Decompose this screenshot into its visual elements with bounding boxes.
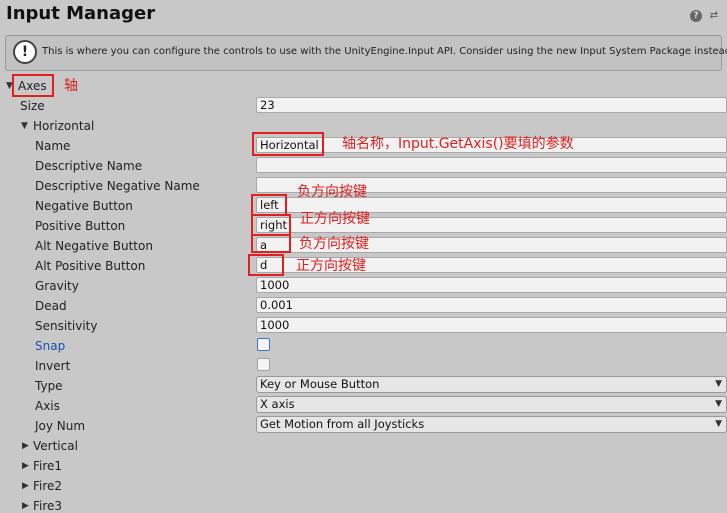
banner-text: This is where you can configure the cont… bbox=[42, 46, 727, 57]
chevron-down-icon: ▼ bbox=[715, 399, 722, 409]
dead-input[interactable]: 0.001 bbox=[256, 297, 727, 313]
page-title: Input Manager bbox=[6, 3, 156, 24]
gravity-label: Gravity bbox=[35, 279, 79, 293]
chevron-right-icon[interactable]: ▶ bbox=[22, 479, 29, 493]
info-banner: ! This is where you can configure the co… bbox=[5, 35, 727, 71]
snap-checkbox[interactable] bbox=[257, 338, 270, 351]
annotation-name: 轴名称，Input.GetAxis()要填的参数 bbox=[342, 136, 574, 152]
warning-icon: ! bbox=[13, 40, 37, 64]
type-label: Type bbox=[35, 379, 63, 393]
descriptive-negative-name-label: Descriptive Negative Name bbox=[35, 179, 200, 193]
annotation-positive: 正方向按键 bbox=[300, 211, 370, 227]
horizontal-foldout-label[interactable]: Horizontal bbox=[33, 119, 94, 133]
descriptive-name-label: Descriptive Name bbox=[35, 159, 143, 173]
axis-dropdown-value: X axis bbox=[260, 397, 295, 411]
annotation-alt-positive: 正方向按键 bbox=[296, 258, 366, 274]
sensitivity-input[interactable]: 1000 bbox=[256, 317, 727, 333]
joy-num-dropdown[interactable]: Get Motion from all Joysticks ▼ bbox=[256, 416, 727, 433]
alt-positive-button-highlight-box bbox=[248, 254, 284, 276]
invert-checkbox[interactable] bbox=[257, 358, 270, 371]
type-dropdown[interactable]: Key or Mouse Button ▼ bbox=[256, 376, 727, 393]
help-icon[interactable]: ? bbox=[690, 10, 702, 22]
sensitivity-label: Sensitivity bbox=[35, 319, 98, 333]
annotation-alt-negative: 负方向按键 bbox=[299, 236, 369, 252]
snap-label: Snap bbox=[35, 339, 66, 353]
size-label: Size bbox=[20, 99, 45, 113]
dead-label: Dead bbox=[35, 299, 67, 313]
alt-negative-button-highlight-box bbox=[251, 234, 291, 253]
chevron-down-icon: ▼ bbox=[715, 419, 722, 429]
joy-num-dropdown-value: Get Motion from all Joysticks bbox=[260, 417, 425, 431]
size-input[interactable]: 23 bbox=[256, 97, 727, 113]
axis-foldout-vertical[interactable]: Vertical bbox=[33, 439, 78, 453]
annotation-negative: 负方向按键 bbox=[297, 184, 367, 200]
invert-label: Invert bbox=[35, 359, 71, 373]
chevron-down-icon[interactable]: ▼ bbox=[21, 119, 28, 133]
alt-negative-button-label: Alt Negative Button bbox=[35, 239, 153, 253]
name-label: Name bbox=[35, 139, 71, 153]
axes-foldout-label[interactable]: Axes bbox=[18, 79, 47, 93]
chevron-right-icon[interactable]: ▶ bbox=[22, 499, 29, 513]
gravity-input[interactable]: 1000 bbox=[256, 277, 727, 293]
settings-icon[interactable]: ⇄ bbox=[708, 10, 720, 22]
chevron-right-icon[interactable]: ▶ bbox=[22, 439, 29, 453]
joy-num-label: Joy Num bbox=[35, 419, 86, 433]
axis-foldout-fire1[interactable]: Fire1 bbox=[33, 459, 62, 473]
alt-positive-button-label: Alt Positive Button bbox=[35, 259, 146, 273]
axis-foldout-fire2[interactable]: Fire2 bbox=[33, 479, 62, 493]
axis-label: Axis bbox=[35, 399, 60, 413]
negative-button-highlight-box bbox=[251, 194, 287, 216]
chevron-right-icon[interactable]: ▶ bbox=[22, 459, 29, 473]
type-dropdown-value: Key or Mouse Button bbox=[260, 377, 380, 391]
positive-button-label: Positive Button bbox=[35, 219, 126, 233]
axis-dropdown[interactable]: X axis ▼ bbox=[256, 396, 727, 413]
descriptive-name-input[interactable] bbox=[256, 157, 727, 173]
annotation-axes: 轴 bbox=[64, 78, 78, 94]
positive-button-highlight-box bbox=[251, 214, 291, 236]
name-highlight-box bbox=[252, 132, 324, 156]
chevron-down-icon: ▼ bbox=[715, 379, 722, 389]
negative-button-label: Negative Button bbox=[35, 199, 133, 213]
axis-foldout-fire3[interactable]: Fire3 bbox=[33, 499, 62, 513]
